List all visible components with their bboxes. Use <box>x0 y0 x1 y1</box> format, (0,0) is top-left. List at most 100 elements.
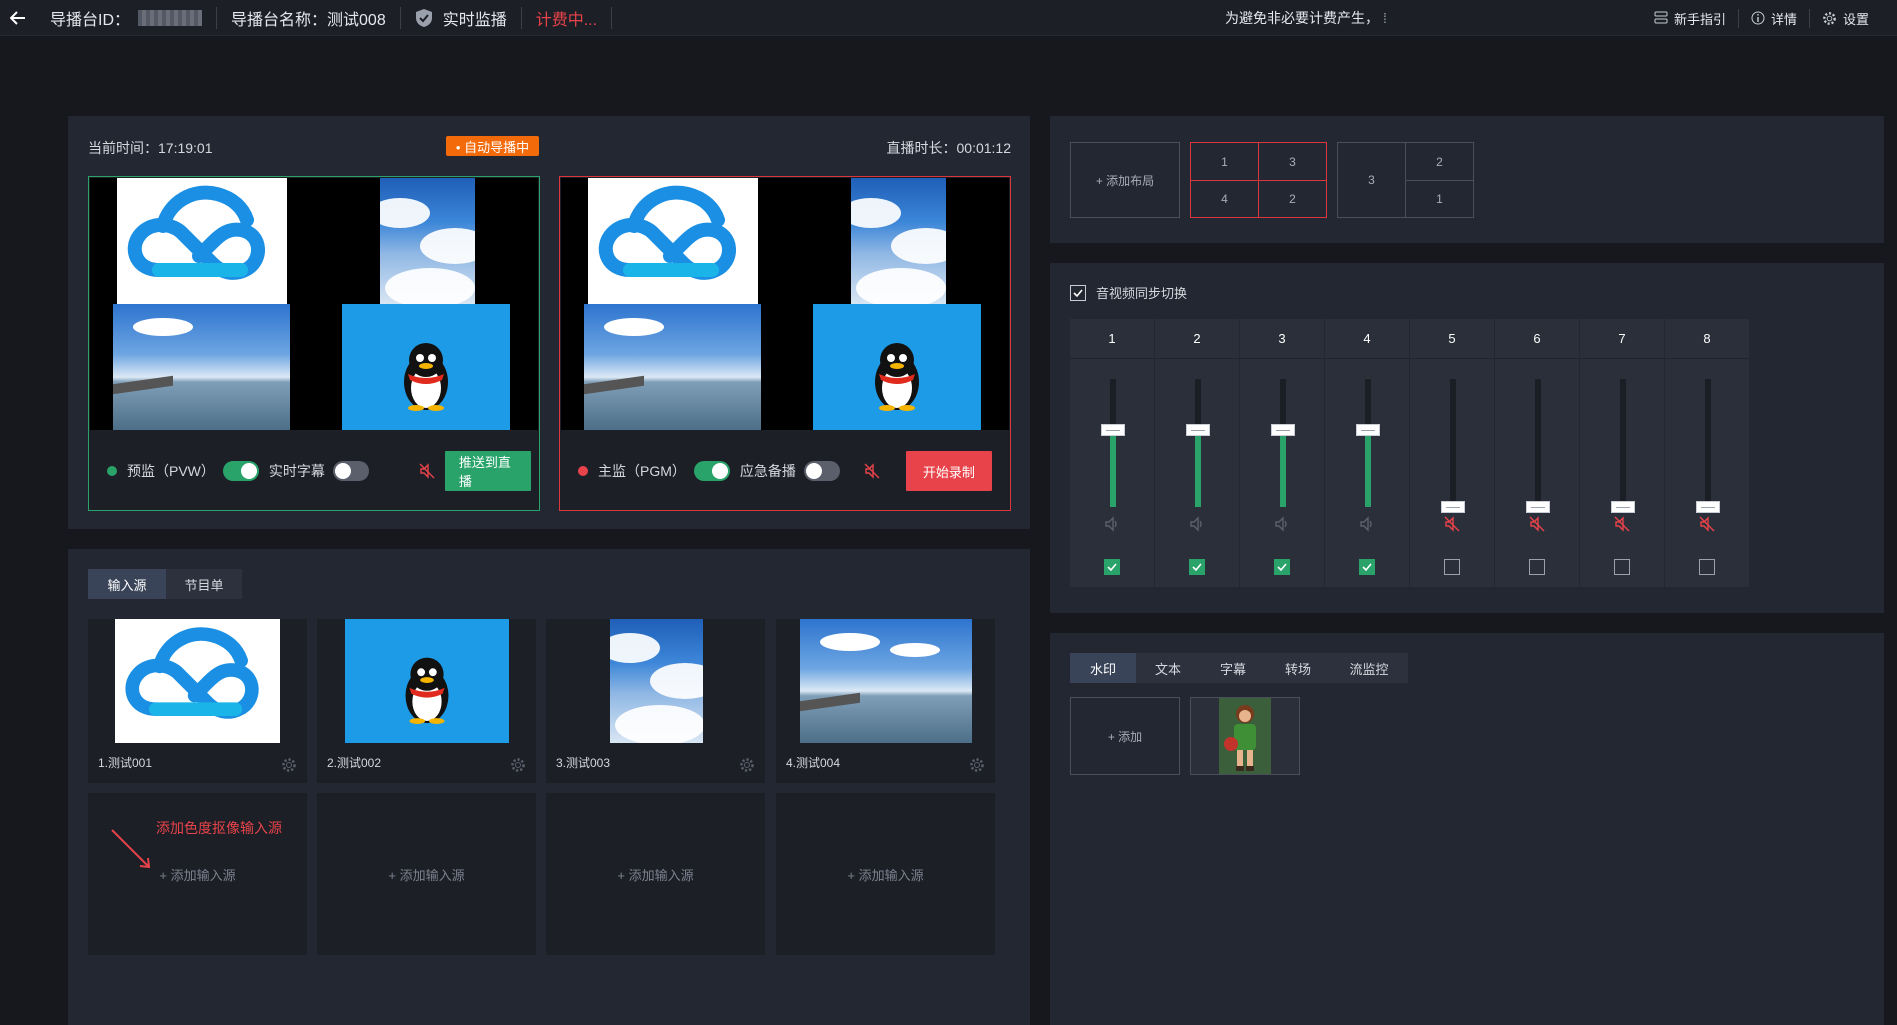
speaker-muted-icon[interactable] <box>1444 516 1460 532</box>
speaker-icon[interactable] <box>1274 516 1290 532</box>
mixer-channel: 5 <box>1410 319 1494 587</box>
program-screen[interactable] <box>561 178 1009 430</box>
channel-checkbox[interactable] <box>1104 559 1120 575</box>
channel-checkbox[interactable] <box>1189 559 1205 575</box>
channel-checkbox[interactable] <box>1359 559 1375 575</box>
push-to-live-button[interactable]: 推送到直播 <box>444 451 531 491</box>
source-name: 2.测试002 <box>327 756 382 770</box>
speaker-icon[interactable] <box>1189 516 1205 532</box>
add-source-button[interactable]: + 添加输入源 <box>546 793 765 955</box>
source-card[interactable]: 3.测试003 <box>546 619 765 783</box>
layout-option-2x2[interactable]: 1 3 4 2 <box>1190 142 1327 218</box>
director-id-label: 导播台ID： <box>50 11 131 29</box>
speaker-icon[interactable] <box>1359 516 1375 532</box>
start-recording-button[interactable]: 开始录制 <box>905 451 992 491</box>
audio-mixer: 12345678 <box>1070 319 1750 587</box>
live-monitor[interactable]: 实时监播 <box>401 6 522 29</box>
program-toggle[interactable] <box>693 461 730 481</box>
speaker-muted-icon[interactable] <box>419 463 435 479</box>
penguin-tile <box>342 304 510 430</box>
layout-cell: 3 <box>1368 173 1375 187</box>
channel-checkbox[interactable] <box>1699 559 1715 575</box>
channel-number: 8 <box>1665 319 1749 359</box>
channel-number: 6 <box>1495 319 1579 359</box>
gear-icon[interactable] <box>969 757 985 773</box>
volume-slider-handle[interactable] <box>1526 501 1550 513</box>
add-source-button[interactable]: + 添加输入源 <box>776 793 995 955</box>
mixer-channel: 2 <box>1155 319 1239 587</box>
channel-checkbox[interactable] <box>1444 559 1460 575</box>
av-sync-option[interactable]: 音视频同步切换 <box>1070 283 1187 302</box>
tab-watermark[interactable]: 水印 <box>1070 653 1136 683</box>
source-card[interactable]: 4.测试004 <box>776 619 995 783</box>
layout-cell: 2 <box>1289 192 1296 206</box>
watermark-thumbnail[interactable] <box>1190 697 1300 775</box>
add-watermark-button[interactable]: + 添加 <box>1070 697 1180 775</box>
penguin-icon <box>405 657 449 724</box>
gear-icon[interactable] <box>281 757 297 773</box>
preview-status-dot <box>107 466 117 476</box>
guide-button[interactable]: 新手指引 <box>1642 8 1739 28</box>
live-duration: 直播时长：00:01:12 <box>886 140 1012 156</box>
volume-track[interactable] <box>1535 379 1541 507</box>
speaker-muted-icon[interactable] <box>1614 516 1630 532</box>
settings-button[interactable]: 设置 <box>1810 9 1881 28</box>
preview-auto-toggle[interactable] <box>222 461 259 481</box>
channel-number: 7 <box>1580 319 1664 359</box>
source-thumb <box>115 619 280 743</box>
volume-track[interactable] <box>1450 379 1456 507</box>
volume-slider-handle[interactable] <box>1271 424 1295 437</box>
layout-cell: 4 <box>1221 192 1228 206</box>
source-card[interactable]: 1.测试001 <box>88 619 307 783</box>
av-sync-checkbox[interactable] <box>1070 284 1086 301</box>
guide-label: 新手指引 <box>1673 11 1726 27</box>
volume-slider-handle[interactable] <box>1441 501 1465 513</box>
layout-cell: 3 <box>1289 154 1296 169</box>
tab-subtitle[interactable]: 字幕 <box>1200 653 1266 683</box>
channel-checkbox[interactable] <box>1614 559 1630 575</box>
volume-slider-handle[interactable] <box>1696 501 1720 513</box>
speaker-muted-icon[interactable] <box>864 463 880 479</box>
subtitle-label: 实时字幕 <box>268 463 325 479</box>
volume-slider-handle[interactable] <box>1186 424 1210 437</box>
channel-checkbox[interactable] <box>1274 559 1290 575</box>
preview-screen[interactable] <box>90 178 538 430</box>
speaker-muted-icon[interactable] <box>1529 516 1545 532</box>
tab-program-list[interactable]: 节目单 <box>166 569 242 599</box>
volume-track[interactable] <box>1705 379 1711 507</box>
details-button[interactable]: 详情 <box>1739 8 1810 28</box>
gear-icon[interactable] <box>510 757 526 773</box>
speaker-muted-icon[interactable] <box>1699 516 1715 532</box>
layout-option-1plus2[interactable]: 3 2 1 <box>1337 142 1474 218</box>
volume-fill <box>1365 430 1371 507</box>
volume-slider-handle[interactable] <box>1101 424 1125 437</box>
tab-transition[interactable]: 转场 <box>1266 653 1330 683</box>
top-right-menu: 新手指引 详情 设置 <box>1642 0 1881 36</box>
tab-text[interactable]: 文本 <box>1136 653 1200 683</box>
mixer-channel: 1 <box>1070 319 1154 587</box>
add-source-button[interactable]: + 添加输入源 <box>317 793 536 955</box>
source-name: 1.测试001 <box>98 756 153 770</box>
volume-slider-handle[interactable] <box>1356 424 1380 437</box>
volume-slider-handle[interactable] <box>1611 501 1635 513</box>
program-controls: 主监（PGM） 应急备播 开始录制 <box>560 431 1010 511</box>
overlay-tabs: 水印 文本 字幕 转场 流监控 <box>1070 653 1408 683</box>
channel-number: 3 <box>1240 319 1324 359</box>
speaker-icon[interactable] <box>1104 516 1120 532</box>
source-thumb <box>800 619 972 743</box>
preview-monitor: 预监（PVW） 实时字幕 推送到直播 <box>88 176 540 511</box>
add-layout-button[interactable]: + 添加布局 <box>1070 142 1180 218</box>
tab-stream-monitor[interactable]: 流监控 <box>1330 653 1408 683</box>
mixer-channel: 4 <box>1325 319 1409 587</box>
volume-track[interactable] <box>1620 379 1626 507</box>
channel-checkbox[interactable] <box>1529 559 1545 575</box>
subtitle-toggle[interactable] <box>332 461 369 481</box>
mixer-channel: 6 <box>1495 319 1579 587</box>
gear-icon[interactable] <box>739 757 755 773</box>
tab-input-sources[interactable]: 输入源 <box>88 569 166 599</box>
backup-toggle[interactable] <box>803 461 840 481</box>
source-card[interactable]: 2.测试002 <box>317 619 536 783</box>
program-monitor: 主监（PGM） 应急备播 开始录制 <box>559 176 1011 511</box>
back-arrow-icon[interactable] <box>0 0 36 36</box>
overlay-panel <box>1050 633 1884 1025</box>
